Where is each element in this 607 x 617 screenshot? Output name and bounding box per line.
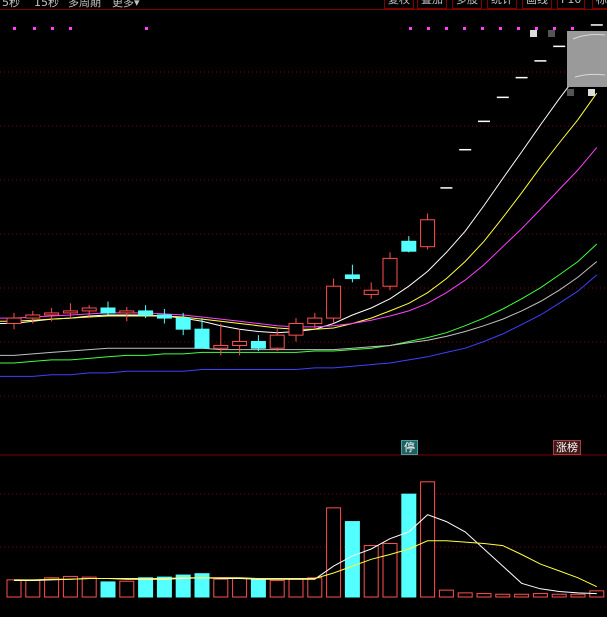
volume-bar — [344, 521, 360, 598]
volume-bar — [232, 577, 248, 598]
candle-body — [81, 307, 97, 312]
volume-bar — [420, 481, 436, 598]
candle-body — [420, 219, 436, 248]
candle-body — [344, 274, 360, 280]
candle-body — [62, 310, 78, 314]
volume-bar — [532, 593, 548, 598]
volume-bar — [495, 593, 511, 598]
volume-bar — [100, 581, 116, 598]
thumbnail-handle-icon[interactable] — [567, 89, 574, 96]
candle-body — [382, 257, 398, 287]
period-15s-tab[interactable]: 15秒 — [34, 0, 59, 9]
candle-body — [326, 285, 342, 319]
volume-bar — [119, 580, 135, 598]
volume-bar — [363, 545, 379, 598]
volume-bar — [326, 507, 342, 598]
volume-bar — [269, 580, 285, 598]
chevron-down-icon: ▾ — [134, 0, 140, 9]
candle-body — [6, 317, 22, 324]
signal-marker — [69, 27, 72, 30]
volume-bar — [307, 577, 323, 598]
volume-bar — [250, 579, 266, 598]
candle-body — [156, 314, 172, 319]
candle-body — [138, 310, 154, 316]
signal-marker — [499, 27, 502, 30]
volume-bar — [514, 593, 530, 598]
volume-bar — [156, 576, 172, 598]
volume-bar — [44, 577, 60, 598]
candlesticks — [6, 24, 603, 356]
candle-body — [250, 340, 266, 349]
thumbnail-handle-icon[interactable] — [548, 30, 555, 37]
volume-bar — [213, 578, 229, 598]
volume-bar — [382, 543, 398, 598]
statistics-button[interactable]: 统计 — [487, 0, 517, 9]
mark-button[interactable]: 标 — [592, 0, 607, 9]
candle-body — [100, 307, 116, 314]
candle-body — [175, 317, 191, 330]
signal-marker — [51, 27, 54, 30]
ma-line — [0, 243, 598, 364]
volume-bar — [476, 593, 492, 598]
ma-line — [0, 92, 598, 330]
candle-body — [44, 312, 60, 316]
signal-marker — [481, 27, 484, 30]
volume-bar — [81, 576, 97, 598]
candle-body — [232, 340, 248, 346]
volume-bar — [401, 493, 417, 598]
candle-body — [363, 289, 379, 295]
signal-marker — [427, 27, 430, 30]
volume-bar — [6, 579, 22, 598]
kline-chart[interactable] — [0, 10, 607, 617]
overlay-button[interactable]: 叠加 — [417, 0, 447, 9]
top-toolbar: 5秒 15秒 多周期 更多▾ 复权 叠加 多股 统计 画线 F10 标 — [0, 0, 607, 10]
candle-body — [119, 310, 135, 314]
volume-bar — [25, 580, 41, 598]
signal-marker — [445, 27, 448, 30]
period-5s-tab[interactable]: 5秒 — [2, 0, 20, 9]
volume-bar — [288, 578, 304, 598]
more-tab[interactable]: 更多▾ — [112, 0, 140, 9]
thumbnail-handle-icon[interactable] — [588, 89, 595, 96]
candle-body — [25, 314, 41, 319]
signal-marker — [517, 27, 520, 30]
mini-chart-thumbnail[interactable] — [567, 31, 607, 87]
halt-badge: 停 — [401, 440, 418, 455]
candle-body — [401, 240, 417, 252]
signal-marker — [145, 27, 148, 30]
candle-body — [194, 328, 210, 349]
candle-body — [213, 344, 229, 349]
restore-rights-button[interactable]: 复权 — [384, 0, 414, 9]
signal-marker — [33, 27, 36, 30]
candle-body — [288, 322, 304, 336]
thumbnail-curve-icon — [572, 34, 606, 78]
signal-marker — [571, 27, 574, 30]
signal-marker — [13, 27, 16, 30]
more-label: 更多 — [112, 0, 134, 9]
volume-bar — [194, 573, 210, 598]
volume-bar — [570, 593, 586, 598]
signal-marker — [409, 27, 412, 30]
ma-line — [0, 47, 598, 334]
signal-marker — [463, 27, 466, 30]
multi-period-tab[interactable]: 多周期 — [68, 0, 101, 9]
volume-bars — [6, 481, 605, 598]
candle-body — [307, 317, 323, 324]
volume-bar — [138, 577, 154, 598]
draw-line-button[interactable]: 画线 — [522, 0, 552, 9]
thumbnail-handle-icon[interactable] — [530, 30, 537, 37]
ma-line — [0, 147, 598, 328]
volume-bar — [457, 592, 473, 598]
volume-bar — [551, 593, 567, 598]
candle-body — [269, 334, 285, 349]
volume-bar — [438, 589, 454, 598]
volume-ma-line — [14, 540, 598, 588]
limit-up-badge: 涨榜 — [553, 440, 581, 455]
multi-stock-button[interactable]: 多股 — [452, 0, 482, 9]
f10-button[interactable]: F10 — [557, 0, 586, 9]
signal-markers — [13, 27, 574, 30]
